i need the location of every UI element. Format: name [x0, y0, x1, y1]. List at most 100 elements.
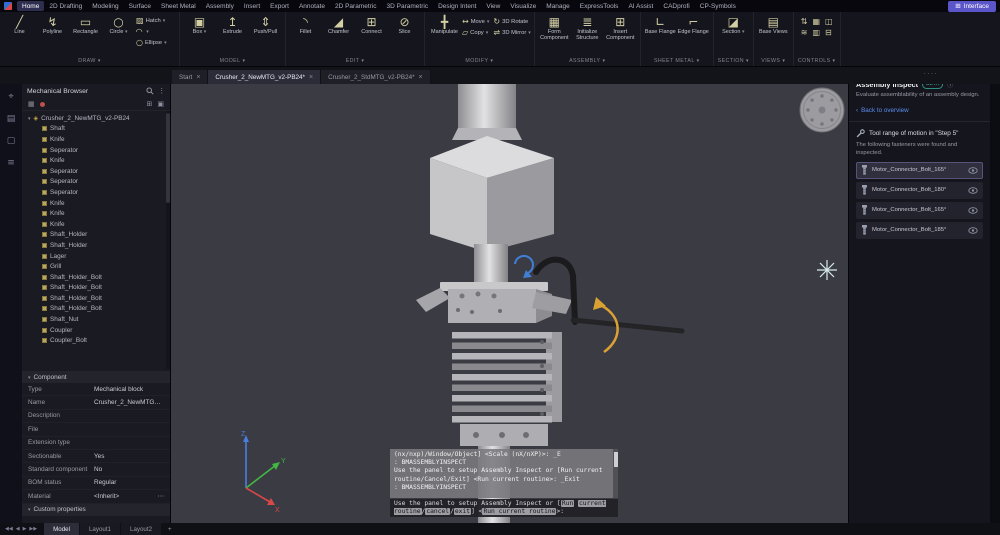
- model-knife[interactable]: [452, 332, 552, 339]
- eye-icon[interactable]: [968, 167, 978, 174]
- browser-tree-item[interactable]: Shaft_Holder_Bolt: [22, 293, 170, 304]
- model-holder-arm-left[interactable]: [416, 288, 450, 312]
- property-row[interactable]: Extension type: [22, 437, 170, 450]
- property-row[interactable]: Type Mechanical block: [22, 383, 170, 396]
- browser-tree-item[interactable]: Knife: [22, 219, 170, 230]
- browser-tree-item[interactable]: Shaft: [22, 124, 170, 135]
- model-tool-rod[interactable]: [573, 320, 682, 331]
- ribbon-group-label[interactable]: ASSEMBLY: [535, 56, 640, 66]
- ribbon-tool-button[interactable]: ◫: [825, 17, 833, 26]
- model-knife[interactable]: [452, 374, 552, 381]
- model-bolt[interactable]: [540, 364, 544, 368]
- browser-tree-item[interactable]: Knife: [22, 155, 170, 166]
- ribbon-group-label[interactable]: MODIFY: [425, 56, 534, 66]
- model-shaft-mid[interactable]: [474, 244, 508, 286]
- expand-all-icon[interactable]: ⊞: [147, 100, 153, 108]
- ribbon-group-label[interactable]: SECTION: [714, 56, 753, 66]
- ribbon-tool-button[interactable]: ∟ Base Flange: [644, 14, 677, 56]
- menu-item[interactable]: Assembly: [201, 1, 239, 11]
- browser-tree-item[interactable]: Seperator: [22, 187, 170, 198]
- model-bolt[interactable]: [460, 294, 465, 299]
- ribbon-tool-button[interactable]: ⇕ Push/Pull: [249, 14, 282, 56]
- model-bolt[interactable]: [540, 340, 544, 344]
- chevron-down-icon[interactable]: [28, 115, 31, 122]
- ribbon-tool-button[interactable]: ⊞ Insert Component: [604, 14, 637, 56]
- ribbon-tool-button[interactable]: ▦: [812, 17, 820, 26]
- layers-icon[interactable]: ▤: [7, 114, 16, 124]
- ribbon-tool-button[interactable]: ╱ Line: [3, 14, 36, 56]
- menu-item[interactable]: Export: [265, 1, 294, 11]
- back-to-overview-link[interactable]: Back to overview: [856, 107, 983, 114]
- layout-tab[interactable]: Model: [44, 523, 79, 535]
- browser-tree-item[interactable]: Knife: [22, 198, 170, 209]
- menu-item[interactable]: Annotate: [294, 1, 330, 11]
- ribbon-tool-button[interactable]: ⊘ Slice: [388, 14, 421, 56]
- viewport-3d[interactable]: Z Y X (nx/nxp)/Window/Object] <Scale (nX…: [170, 84, 848, 523]
- ribbon-tool-button[interactable]: ◜◝: [136, 27, 176, 36]
- command-history[interactable]: (nx/nxp)/Window/Object] <Scale (nX/nXP)>…: [390, 449, 618, 498]
- browser-tree-item[interactable]: Shaft_Holder_Bolt: [22, 272, 170, 283]
- ribbon-tool-button[interactable]: ≋: [801, 28, 808, 37]
- menu-item[interactable]: CADprofi: [658, 1, 694, 11]
- ribbon-tool-button[interactable]: ╋ Manipulate: [428, 14, 461, 56]
- ribbon-tool-button[interactable]: ▦ Form Component: [538, 14, 571, 56]
- ribbon-tool-button[interactable]: ⇅: [801, 17, 808, 26]
- property-row[interactable]: Standard component No: [22, 463, 170, 476]
- model-knife[interactable]: [452, 395, 552, 402]
- custom-properties-header[interactable]: Custom properties: [22, 504, 170, 516]
- eye-icon[interactable]: [968, 227, 978, 234]
- browser-tree-item[interactable]: Shaft_Holder: [22, 230, 170, 241]
- property-row[interactable]: Material <Inherit> ⋯: [22, 490, 170, 503]
- property-row[interactable]: Name Crusher_2_NewMTG_v2-PB24: [22, 396, 170, 409]
- ribbon-tool-button[interactable]: ≣ Initialize Structure: [571, 14, 604, 56]
- browser-tree-item[interactable]: Coupler_Bolt: [22, 335, 170, 346]
- last-layout-icon[interactable]: [29, 526, 37, 532]
- menu-item[interactable]: 3D Parametric: [382, 1, 434, 11]
- model-bolt[interactable]: [499, 432, 505, 438]
- ribbon-group-label[interactable]: MODEL: [180, 56, 285, 66]
- model-separator[interactable]: [452, 364, 552, 371]
- document-tab[interactable]: Start: [172, 70, 208, 84]
- property-row[interactable]: Sectionable Yes: [22, 450, 170, 463]
- previous-layout-icon[interactable]: [16, 526, 20, 532]
- ribbon-tool-button[interactable]: ↻ 3D Rotate: [493, 17, 530, 26]
- fastener-item[interactable]: Motor_Connector_Bolt_165°: [856, 202, 983, 219]
- model-bolt[interactable]: [473, 432, 479, 438]
- menu-item[interactable]: Insert: [239, 1, 265, 11]
- browser-tree-item[interactable]: Lager: [22, 251, 170, 262]
- ribbon-tool-button[interactable]: ⊟: [825, 28, 833, 37]
- ribbon-group-label[interactable]: SHEET METAL: [641, 56, 713, 66]
- constraint-marker-icon[interactable]: [40, 102, 45, 107]
- model-separator[interactable]: [452, 385, 552, 392]
- close-icon[interactable]: [309, 74, 313, 81]
- document-tab[interactable]: Crusher_2_NewMTG_v2-PB24*: [208, 70, 321, 84]
- fastener-item[interactable]: Motor_Connector_Bolt_165°: [856, 162, 983, 179]
- ribbon-tool-button[interactable]: ○ Ellipse: [136, 38, 176, 47]
- first-layout-icon[interactable]: [5, 526, 13, 532]
- model-bolt[interactable]: [540, 412, 544, 416]
- model-bolt[interactable]: [498, 309, 502, 313]
- document-tab[interactable]: Crusher_2_StdMTG_v2-PB24*: [321, 70, 431, 84]
- menu-item[interactable]: ExpressTools: [575, 1, 624, 11]
- target-icon[interactable]: ⌖: [8, 92, 13, 102]
- command-prompt[interactable]: Use the panel to setup Assembly Inspect …: [390, 499, 618, 517]
- ribbon-tool-button[interactable]: ▨ Hatch: [136, 16, 176, 25]
- ribbon-group-label[interactable]: VIEWS: [754, 56, 793, 66]
- close-icon[interactable]: [419, 74, 423, 81]
- ribbon-tool-button[interactable]: ▭ Rectangle: [69, 14, 102, 56]
- model-bolt[interactable]: [540, 388, 544, 392]
- ribbon-tool-button[interactable]: ▤ Base Views: [757, 14, 790, 56]
- view-mode-icon[interactable]: ▣: [157, 100, 164, 108]
- ribbon-group-label[interactable]: DRAW: [0, 56, 179, 66]
- ribbon-tool-button[interactable]: ▣ Box: [183, 14, 216, 56]
- browser-tree-item[interactable]: Coupler: [22, 325, 170, 336]
- property-row[interactable]: File: [22, 423, 170, 436]
- browser-tree-item[interactable]: Shaft_Holder_Bolt: [22, 283, 170, 294]
- browser-tree-item[interactable]: Knife: [22, 208, 170, 219]
- ribbon-tool-button[interactable]: ◢ Chamfer: [322, 14, 355, 56]
- next-layout-icon[interactable]: [23, 526, 27, 532]
- ribbon-tool-button[interactable]: ◪ Section: [717, 14, 750, 56]
- ribbon-tool-button[interactable]: ⇌ 3D Mirror: [493, 28, 530, 37]
- model-separator[interactable]: [452, 343, 552, 350]
- properties-icon[interactable]: ▢: [7, 136, 16, 146]
